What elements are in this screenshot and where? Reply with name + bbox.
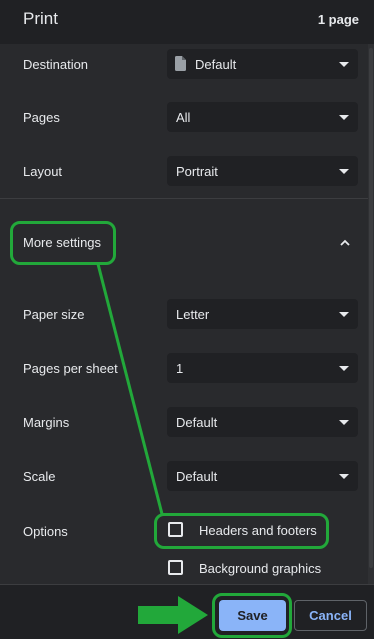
section-divider xyxy=(0,198,370,199)
dialog-footer: Save Cancel xyxy=(0,584,374,639)
scale-select[interactable]: Default xyxy=(167,461,358,491)
pages-row: Pages All xyxy=(0,102,370,132)
destination-row: Destination Default xyxy=(0,49,370,79)
margins-value: Default xyxy=(176,415,218,430)
pages-per-sheet-row: Pages per sheet 1 xyxy=(0,353,370,383)
pages-select[interactable]: All xyxy=(167,102,358,132)
dropdown-arrow-icon xyxy=(339,62,349,67)
page-count: 1 page xyxy=(317,12,359,27)
paper-size-row: Paper size Letter xyxy=(0,299,370,329)
paper-size-select[interactable]: Letter xyxy=(167,299,358,329)
more-settings-label: More settings xyxy=(23,235,102,250)
pages-per-sheet-label: Pages per sheet xyxy=(23,361,118,376)
chevron-up-icon xyxy=(340,239,350,246)
pages-per-sheet-value: 1 xyxy=(176,361,184,376)
dropdown-arrow-icon xyxy=(339,312,349,317)
destination-select[interactable]: Default xyxy=(167,49,358,79)
margins-row: Margins Default xyxy=(0,407,370,437)
scrollbar-thumb[interactable] xyxy=(369,48,373,568)
margins-label: Margins xyxy=(23,415,70,430)
dropdown-arrow-icon xyxy=(339,169,349,174)
layout-label: Layout xyxy=(23,164,63,179)
pages-value: All xyxy=(176,110,191,125)
settings-panel: Destination Default Pages All Layout Por… xyxy=(0,44,374,584)
headers-footers-checkbox[interactable] xyxy=(168,522,183,537)
options-label: Options xyxy=(23,524,68,539)
background-graphics-checkbox[interactable] xyxy=(168,560,183,575)
margins-select[interactable]: Default xyxy=(167,407,358,437)
background-graphics-row: Background graphics xyxy=(0,554,370,582)
pages-per-sheet-select[interactable]: 1 xyxy=(167,353,358,383)
scale-value: Default xyxy=(176,469,218,484)
dropdown-arrow-icon xyxy=(339,420,349,425)
scale-row: Scale Default xyxy=(0,461,370,491)
pages-label: Pages xyxy=(23,110,60,125)
save-button[interactable]: Save xyxy=(219,600,286,631)
layout-value: Portrait xyxy=(176,164,218,179)
options-row: Options Headers and footers xyxy=(0,516,370,544)
print-header: Print 1 page xyxy=(0,0,374,44)
dialog-title: Print xyxy=(23,9,58,28)
destination-label: Destination xyxy=(23,57,89,72)
dropdown-arrow-icon xyxy=(339,115,349,120)
scale-label: Scale xyxy=(23,469,56,484)
paper-size-value: Letter xyxy=(176,307,210,322)
headers-footers-label[interactable]: Headers and footers xyxy=(199,523,317,538)
cancel-button[interactable]: Cancel xyxy=(294,600,367,631)
dropdown-arrow-icon xyxy=(339,474,349,479)
layout-row: Layout Portrait xyxy=(0,156,370,186)
dropdown-arrow-icon xyxy=(339,366,349,371)
layout-select[interactable]: Portrait xyxy=(167,156,358,186)
more-settings-toggle[interactable]: More settings xyxy=(0,221,370,265)
paper-size-label: Paper size xyxy=(23,307,85,322)
document-icon xyxy=(175,56,186,71)
background-graphics-label[interactable]: Background graphics xyxy=(199,561,321,576)
destination-value: Default xyxy=(195,57,237,72)
